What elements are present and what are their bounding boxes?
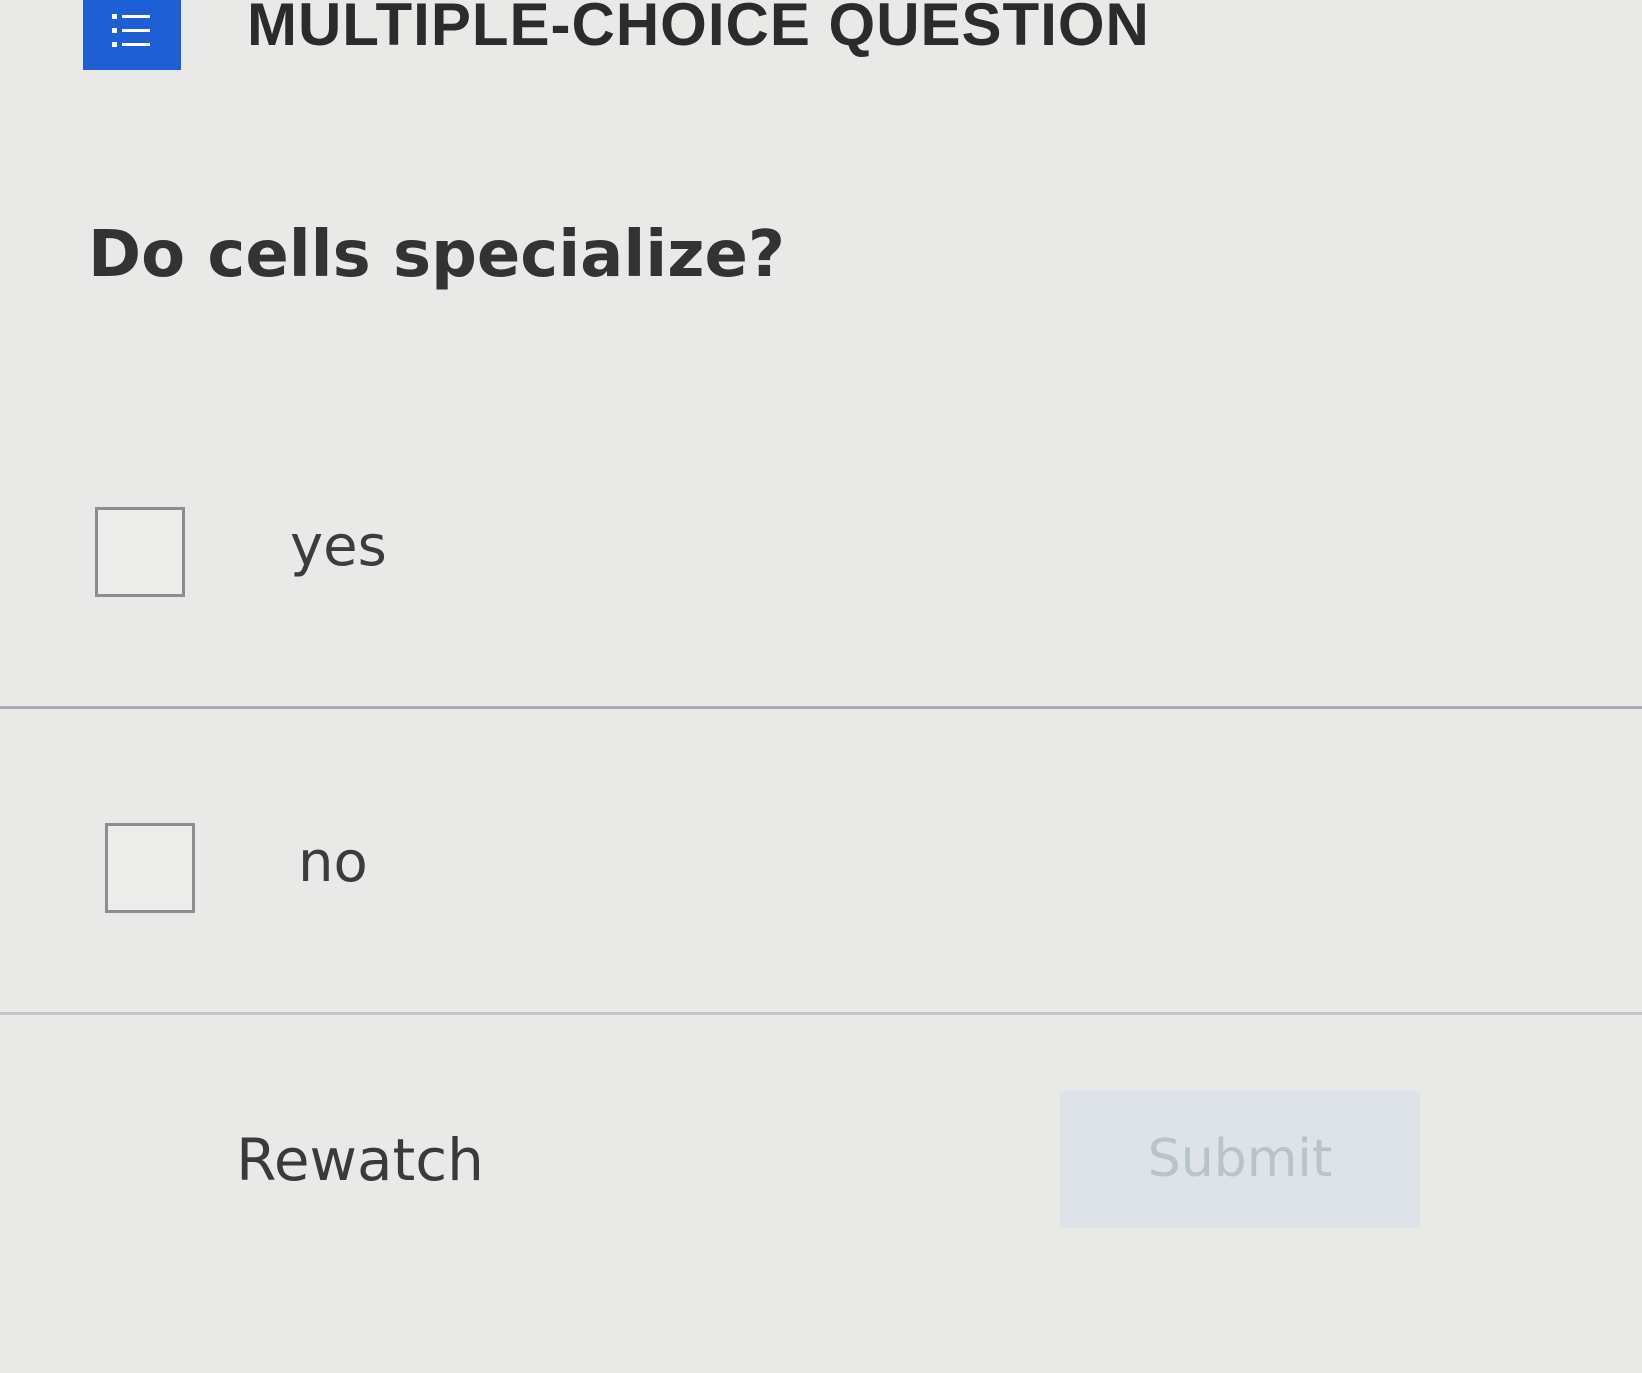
option-yes-label: yes (290, 514, 387, 579)
question-text: Do cells specialize? (88, 218, 785, 292)
actions-divider (0, 1012, 1642, 1015)
header-title: MULTIPLE-CHOICE QUESTION (247, 0, 1150, 58)
submit-button[interactable]: Submit (1060, 1090, 1420, 1228)
option-no-label: no (298, 830, 368, 895)
option-yes[interactable]: yes (0, 470, 1642, 710)
question-header: MULTIPLE-CHOICE QUESTION (0, 0, 1642, 90)
rewatch-button[interactable]: Rewatch (180, 1100, 540, 1220)
list-icon (83, 0, 181, 70)
option-no-checkbox[interactable] (105, 823, 195, 913)
option-yes-checkbox[interactable] (95, 507, 185, 597)
option-divider (0, 706, 1642, 709)
option-no[interactable]: no (0, 710, 1642, 1015)
